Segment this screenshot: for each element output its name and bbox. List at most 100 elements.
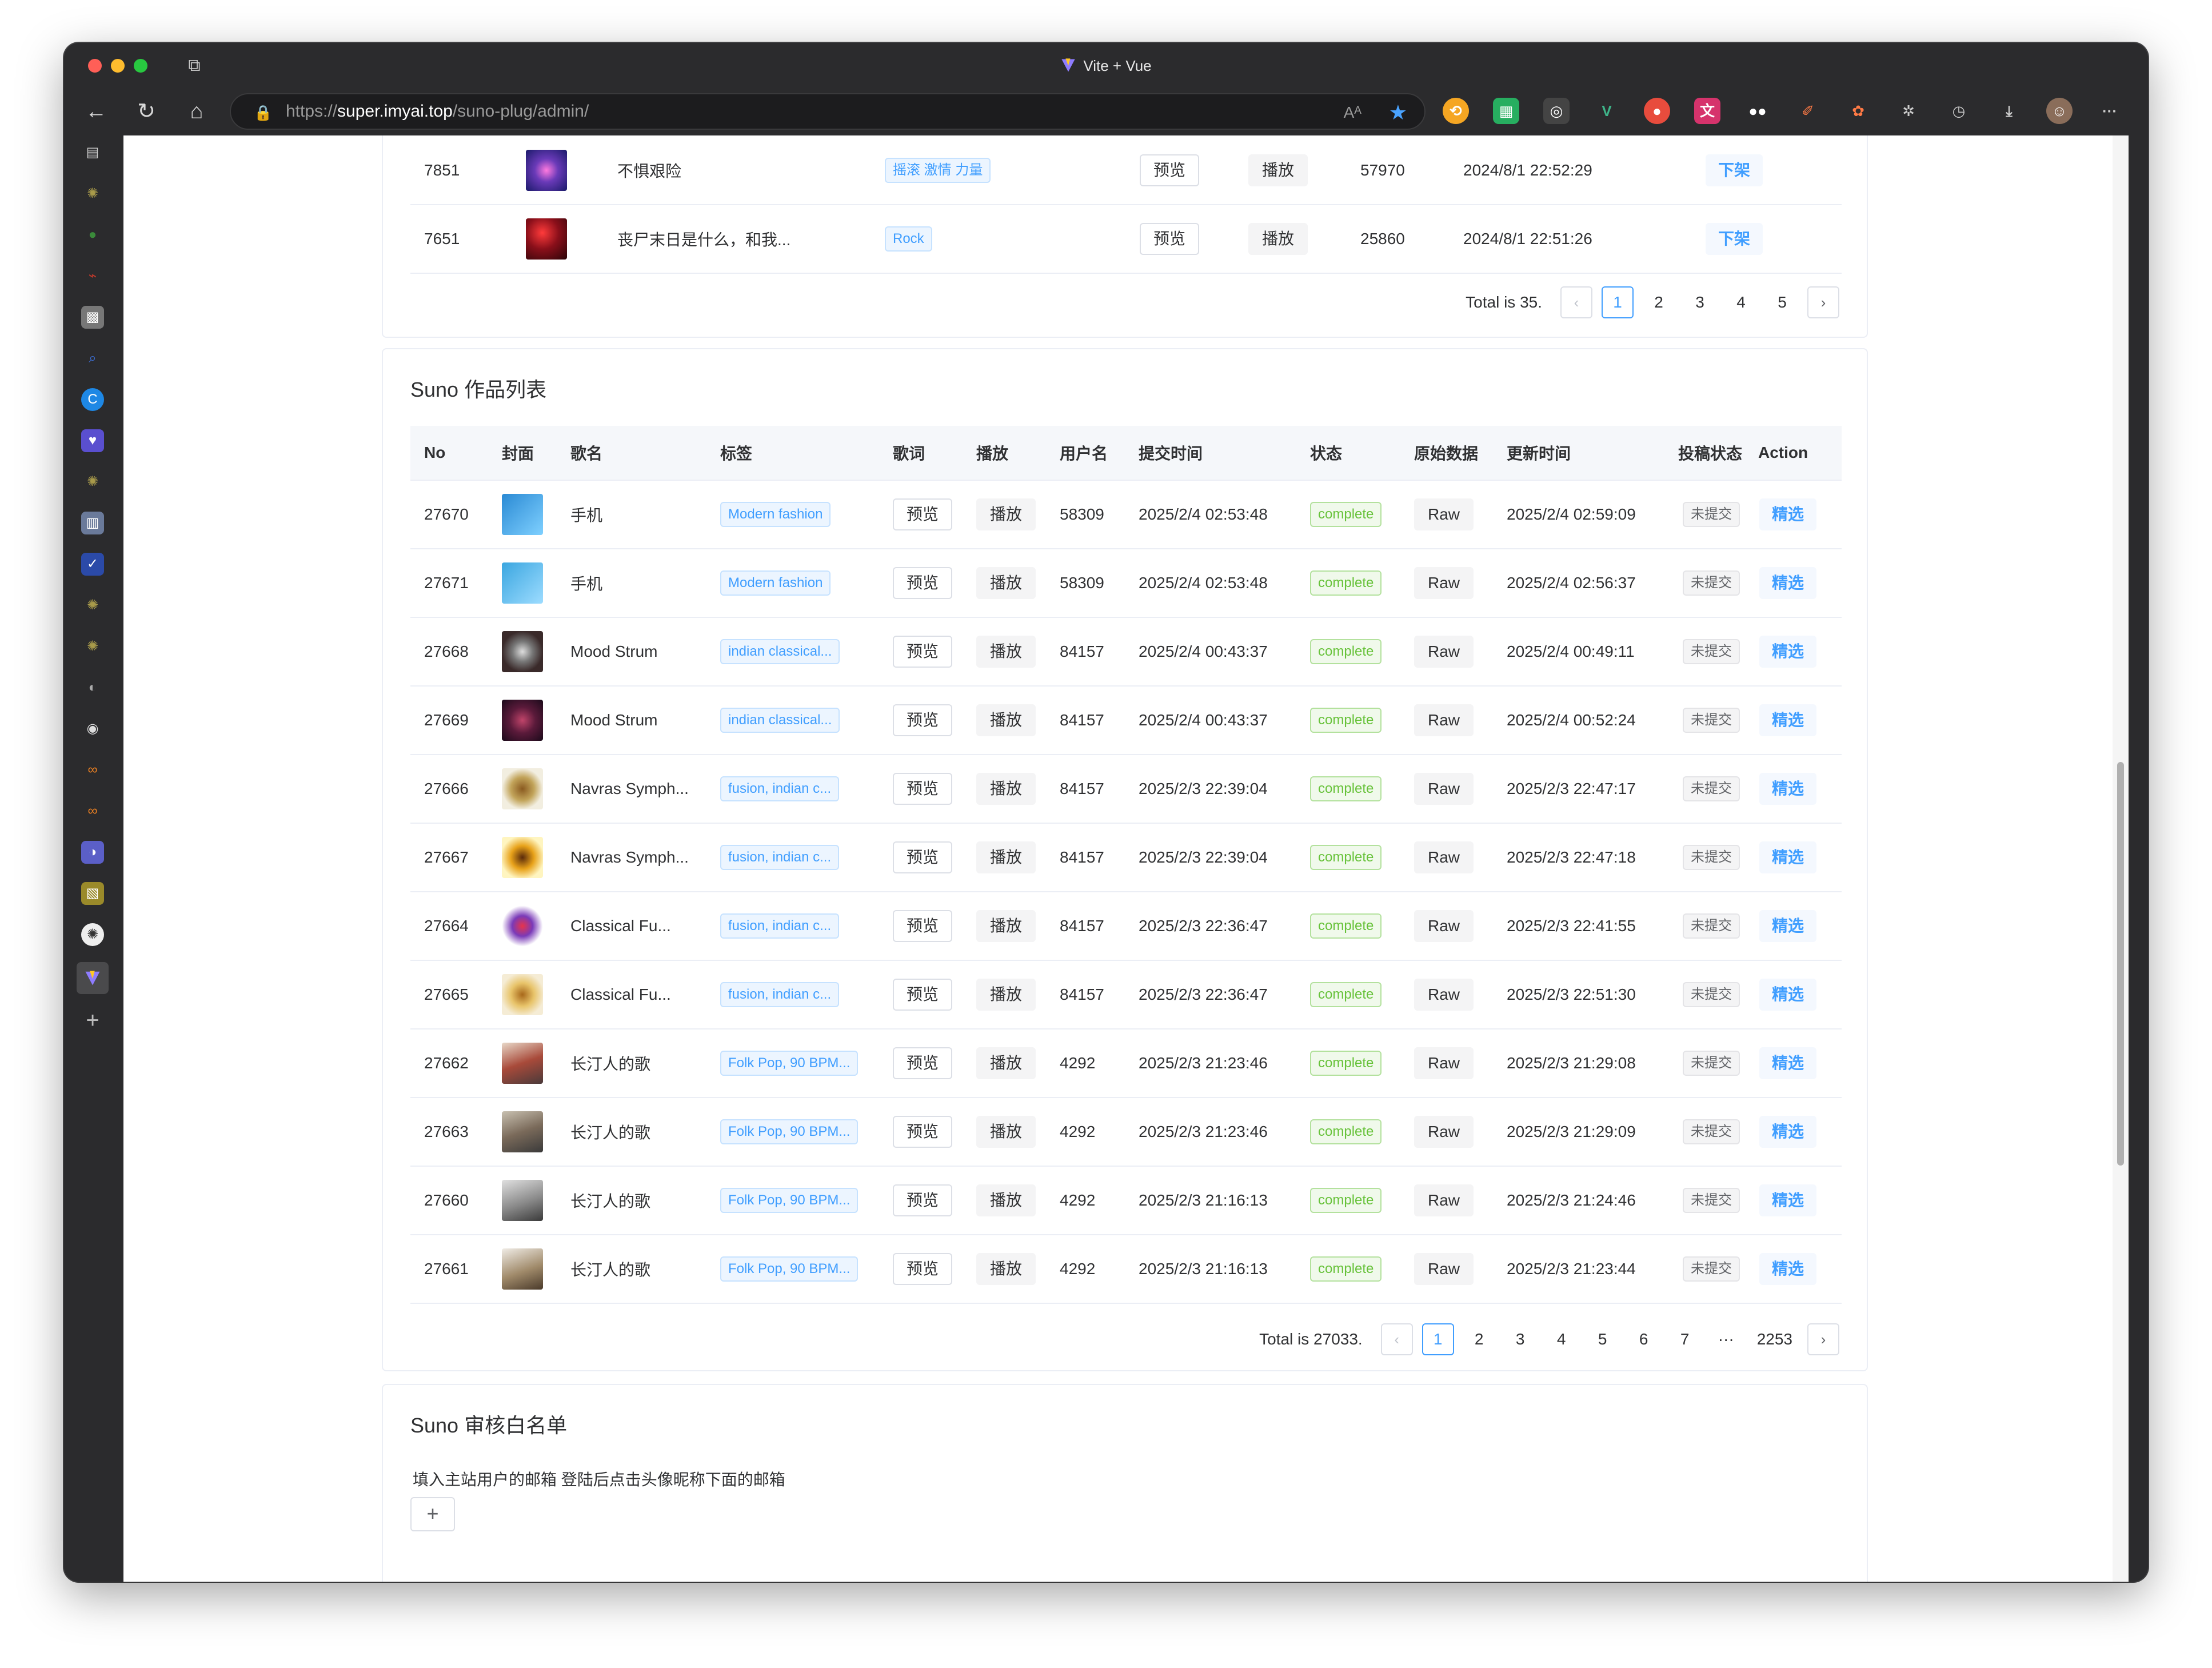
read-aloud-icon[interactable]: Aᴬ <box>1344 95 1361 130</box>
home-icon[interactable]: ⌂ <box>182 97 211 126</box>
play-button[interactable]: 播放 <box>976 1116 1036 1148</box>
lyrics-preview-button[interactable]: 预览 <box>893 704 953 736</box>
lyrics-preview-button[interactable]: 预览 <box>893 910 953 942</box>
extension-8-icon[interactable]: ✐ <box>1795 98 1821 124</box>
sidebar-tab-moon-icon[interactable]: ◐ <box>81 676 104 699</box>
play-button[interactable]: 播放 <box>976 841 1036 873</box>
feature-button[interactable]: 精选 <box>1759 979 1817 1011</box>
raw-button[interactable]: Raw <box>1414 1253 1474 1285</box>
feature-button[interactable]: 精选 <box>1759 1184 1817 1216</box>
lyrics-preview-button[interactable]: 预览 <box>893 841 953 873</box>
download-icon[interactable]: ⤓ <box>1996 98 2022 124</box>
prev-page-button[interactable]: ‹ <box>1560 286 1592 318</box>
feature-button[interactable]: 精选 <box>1759 498 1817 530</box>
play-button[interactable]: 播放 <box>1248 154 1308 186</box>
page-button[interactable]: 5 <box>1766 286 1798 318</box>
history-icon[interactable]: ◷ <box>1946 98 1972 124</box>
extension-translate-icon[interactable]: 文 <box>1694 98 1720 124</box>
favorite-star-icon[interactable]: ★ <box>1389 95 1407 130</box>
back-icon[interactable]: ← <box>81 97 111 126</box>
feature-button[interactable]: 精选 <box>1759 773 1817 805</box>
profile-avatar[interactable]: ☺ <box>2046 98 2073 124</box>
feature-button[interactable]: 精选 <box>1759 704 1817 736</box>
sidebar-toggle-icon[interactable]: ▤ <box>81 141 104 164</box>
sidebar-tab-openai-icon[interactable]: ✺ <box>81 182 104 205</box>
play-button[interactable]: 播放 <box>976 1184 1036 1216</box>
page-button[interactable]: 2 <box>1463 1323 1495 1355</box>
page-button[interactable]: 7 <box>1669 1323 1701 1355</box>
page-button[interactable]: 2253 <box>1751 1323 1798 1355</box>
raw-button[interactable]: Raw <box>1414 910 1474 942</box>
sidebar-tab-openai-4-icon[interactable]: ✺ <box>81 635 104 658</box>
sidebar-tab-5-icon[interactable]: ▥ <box>81 512 104 534</box>
feature-button[interactable]: 精选 <box>1759 1116 1817 1148</box>
page-button[interactable]: 1 <box>1422 1323 1454 1355</box>
play-button[interactable]: 播放 <box>976 1253 1036 1285</box>
page-button[interactable]: 2 <box>1643 286 1675 318</box>
feature-button[interactable]: 精选 <box>1759 910 1817 942</box>
lyrics-preview-button[interactable]: 预览 <box>893 498 953 530</box>
sidebar-tab-3-icon[interactable]: ⌁ <box>81 265 104 288</box>
extension-7-icon[interactable]: ●● <box>1744 98 1771 124</box>
play-button[interactable]: 播放 <box>976 567 1036 599</box>
extensions-puzzle-icon[interactable]: ✲ <box>1895 98 1922 124</box>
play-button[interactable]: 播放 <box>976 498 1036 530</box>
next-page-button[interactable]: › <box>1807 286 1839 318</box>
feature-button[interactable]: 精选 <box>1759 567 1817 599</box>
play-button[interactable]: 播放 <box>976 979 1036 1011</box>
page-button[interactable]: 6 <box>1628 1323 1660 1355</box>
takedown-button[interactable]: 下架 <box>1706 223 1763 255</box>
sidebar-tab-c-icon[interactable]: C <box>81 388 104 411</box>
sidebar-tab-github-icon[interactable]: ◉ <box>81 717 104 740</box>
play-button[interactable]: 播放 <box>976 704 1036 736</box>
play-button[interactable]: 播放 <box>1248 223 1308 255</box>
page-button[interactable]: 4 <box>1546 1323 1578 1355</box>
lyrics-preview-button[interactable]: 预览 <box>893 1116 953 1148</box>
sidebar-tab-6-icon[interactable]: ✓ <box>81 553 104 576</box>
feature-button[interactable]: 精选 <box>1759 1253 1817 1285</box>
raw-button[interactable]: Raw <box>1414 1116 1474 1148</box>
sidebar-tab-link-2-icon[interactable]: ∞ <box>81 800 104 823</box>
lyrics-preview-button[interactable]: 预览 <box>893 773 953 805</box>
sidebar-tab-chatgpt-icon[interactable]: ✺ <box>81 923 104 946</box>
scrollbar-thumb[interactable] <box>2117 762 2124 1166</box>
more-menu-icon[interactable]: ··· <box>2097 98 2123 124</box>
sidebar-tab-link-icon[interactable]: ∞ <box>81 759 104 781</box>
raw-button[interactable]: Raw <box>1414 1047 1474 1079</box>
page-button[interactable]: 3 <box>1504 1323 1536 1355</box>
feature-button[interactable]: 精选 <box>1759 1047 1817 1079</box>
extension-1-icon[interactable]: ⟲ <box>1443 98 1469 124</box>
raw-button[interactable]: Raw <box>1414 498 1474 530</box>
sidebar-tab-openai-3-icon[interactable]: ✺ <box>81 594 104 617</box>
sidebar-tab-8-icon[interactable]: ▧ <box>81 882 104 905</box>
raw-button[interactable]: Raw <box>1414 704 1474 736</box>
extension-2-icon[interactable]: ▦ <box>1493 98 1519 124</box>
address-bar[interactable]: 🔒 https://super.imyai.top/suno-plug/admi… <box>230 93 1426 130</box>
sidebar-new-tab-icon[interactable]: + <box>81 1009 104 1032</box>
lyrics-preview-button[interactable]: 预览 <box>893 1184 953 1216</box>
extension-9-icon[interactable]: ✿ <box>1845 98 1871 124</box>
sidebar-tab-heart-icon[interactable]: ♥ <box>81 429 104 452</box>
sidebar-tab-2-icon[interactable]: ● <box>81 224 104 246</box>
page-ellipsis[interactable]: ··· <box>1710 1323 1742 1355</box>
raw-button[interactable]: Raw <box>1414 773 1474 805</box>
lyrics-preview-button[interactable]: 预览 <box>893 1047 953 1079</box>
sidebar-tab-search-icon[interactable]: ⌕ <box>81 347 104 370</box>
prev-page-button[interactable]: ‹ <box>1380 1323 1413 1355</box>
raw-button[interactable]: Raw <box>1414 636 1474 668</box>
lyrics-preview-button[interactable]: 预览 <box>893 636 953 668</box>
extension-3-icon[interactable]: ◎ <box>1543 98 1570 124</box>
lyrics-preview-button[interactable]: 预览 <box>893 567 953 599</box>
play-button[interactable]: 播放 <box>976 910 1036 942</box>
feature-button[interactable]: 精选 <box>1759 841 1817 873</box>
page-button[interactable]: 1 <box>1602 286 1634 318</box>
extension-5-icon[interactable]: ● <box>1644 98 1670 124</box>
whitelist-add-button[interactable]: + <box>410 1497 455 1531</box>
feature-button[interactable]: 精选 <box>1759 636 1817 668</box>
takedown-button[interactable]: 下架 <box>1706 154 1763 186</box>
sidebar-tab-7-icon[interactable]: ◑ <box>81 841 104 864</box>
sidebar-tab-4-icon[interactable]: ▩ <box>81 306 104 329</box>
page-button[interactable]: 5 <box>1587 1323 1619 1355</box>
raw-button[interactable]: Raw <box>1414 1184 1474 1216</box>
lyrics-preview-button[interactable]: 预览 <box>893 1253 953 1285</box>
